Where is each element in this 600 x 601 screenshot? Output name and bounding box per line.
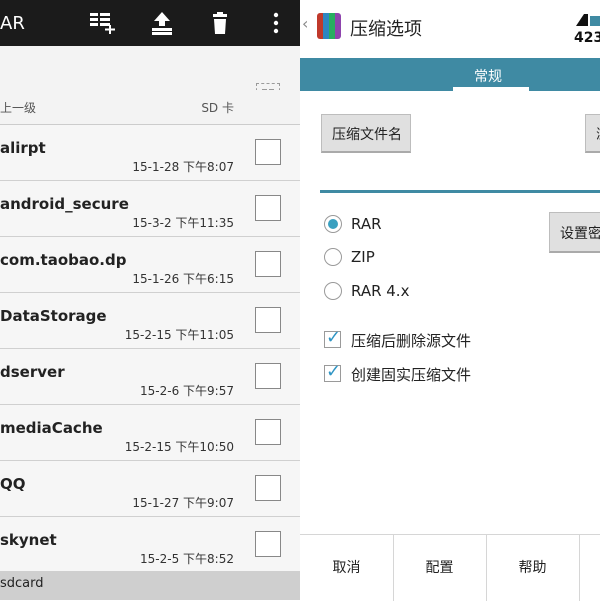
radio-zip-label: ZIP [351, 248, 375, 266]
file-date: 15-1-26 下午6:15 [132, 272, 234, 286]
file-browser-panel: AR 上一级 SD 卡 alirpt 15-1-28 下午8:07 androi… [0, 0, 300, 600]
file-date: 15-3-2 下午11:35 [132, 216, 234, 230]
list-item[interactable]: DataStorage 15-2-15 下午11:05 [0, 293, 300, 349]
extract-icon[interactable] [149, 10, 175, 36]
file-name: DataStorage [0, 307, 107, 325]
file-name: com.taobao.dp [0, 251, 127, 269]
app-title: AR [0, 13, 25, 34]
archive-name-label: 压缩文件名 [332, 127, 402, 143]
file-name: mediaCache [0, 419, 103, 437]
solid-archive-checkbox[interactable] [324, 361, 341, 382]
list-item[interactable]: alirpt 15-1-28 下午8:07 [0, 125, 300, 181]
cancel-label: 取消 [332, 560, 361, 576]
compression-options-dialog: ‹ 压缩选项 423 常规 压缩文件名 浏 RAR ZIP RAR 4.x 设置… [300, 0, 600, 601]
winrar-app-icon [317, 13, 341, 39]
file-date: 15-2-15 下午10:50 [124, 440, 234, 454]
list-item[interactable]: skynet 15-2-5 下午8:52 [0, 517, 300, 573]
select-checkbox[interactable] [255, 251, 281, 277]
list-item[interactable]: mediaCache 15-2-15 下午10:50 [0, 405, 300, 461]
tab-indicator [453, 87, 529, 91]
breadcrumb: 上一级 SD 卡 [0, 90, 300, 125]
file-name: android_secure [0, 195, 129, 213]
select-checkbox[interactable] [255, 531, 281, 557]
set-password-button[interactable]: 设置密 [549, 212, 600, 253]
left-toolbar: AR [0, 0, 300, 46]
delete-after-compress-checkbox[interactable] [324, 327, 341, 348]
help-button[interactable]: 帮助 [486, 535, 580, 601]
file-date: 15-2-5 下午8:52 [140, 552, 234, 566]
site-logo: 423 [574, 14, 600, 48]
profiles-label: 配置 [425, 560, 454, 576]
list-item[interactable]: dserver 15-2-6 下午9:57 [0, 349, 300, 405]
logo-mark-icon [576, 14, 600, 26]
parent-folder-link[interactable]: 上一级 [0, 99, 36, 116]
file-date: 15-1-27 下午9:07 [132, 496, 234, 510]
dialog-title: 压缩选项 [350, 19, 422, 40]
list-item[interactable]: android_secure 15-3-2 下午11:35 [0, 181, 300, 237]
tab-bar: 常规 [300, 58, 600, 91]
select-checkbox[interactable] [255, 139, 281, 165]
archive-name-button[interactable]: 压缩文件名 [321, 114, 411, 153]
file-name: QQ [0, 475, 26, 493]
solid-archive-label: 创建固实压缩文件 [351, 366, 472, 384]
add-to-archive-icon[interactable] [90, 10, 116, 36]
file-name: dserver [0, 363, 65, 381]
help-label: 帮助 [518, 560, 547, 576]
storage-label[interactable]: SD 卡 [201, 99, 234, 116]
select-checkbox[interactable] [255, 195, 281, 221]
profiles-button[interactable]: 配置 [393, 535, 487, 601]
radio-rar4-label: RAR 4.x [351, 282, 410, 300]
cancel-button[interactable]: 取消 [300, 535, 394, 601]
dialog-header: ‹ 压缩选项 423 [300, 0, 600, 58]
select-checkbox[interactable] [255, 419, 281, 445]
radio-zip[interactable] [324, 248, 342, 266]
dialog-button-bar: 取消 配置 帮助 [300, 534, 600, 601]
delete-icon[interactable] [207, 10, 233, 36]
radio-rar4[interactable] [324, 282, 342, 300]
select-checkbox[interactable] [255, 363, 281, 389]
radio-rar-label: RAR [351, 215, 382, 233]
file-date: 15-2-15 下午11:05 [124, 328, 234, 342]
back-chevron-icon[interactable]: ‹ [302, 14, 308, 33]
file-date: 15-2-6 下午9:57 [140, 384, 234, 398]
tab-general[interactable]: 常规 [450, 66, 526, 86]
archive-name-input[interactable] [320, 190, 600, 193]
current-path: sdcard [0, 576, 44, 591]
file-name: alirpt [0, 139, 46, 157]
overflow-menu-icon[interactable] [270, 10, 296, 36]
list-item[interactable]: com.taobao.dp 15-1-26 下午6:15 [0, 237, 300, 293]
radio-rar[interactable] [324, 215, 342, 233]
file-date: 15-1-28 下午8:07 [132, 160, 234, 174]
browse-label: 浏 [596, 124, 600, 144]
set-password-label: 设置密 [560, 226, 600, 242]
select-checkbox[interactable] [255, 307, 281, 333]
select-checkbox[interactable] [255, 475, 281, 501]
current-path-bar: sdcard [0, 571, 300, 600]
browse-button[interactable]: 浏 [585, 114, 600, 153]
logo-text: 423 [574, 30, 600, 46]
list-item[interactable]: QQ 15-1-27 下午9:07 [0, 461, 300, 517]
file-name: skynet [0, 531, 57, 549]
delete-after-compress-label: 压缩后删除源文件 [351, 332, 472, 350]
